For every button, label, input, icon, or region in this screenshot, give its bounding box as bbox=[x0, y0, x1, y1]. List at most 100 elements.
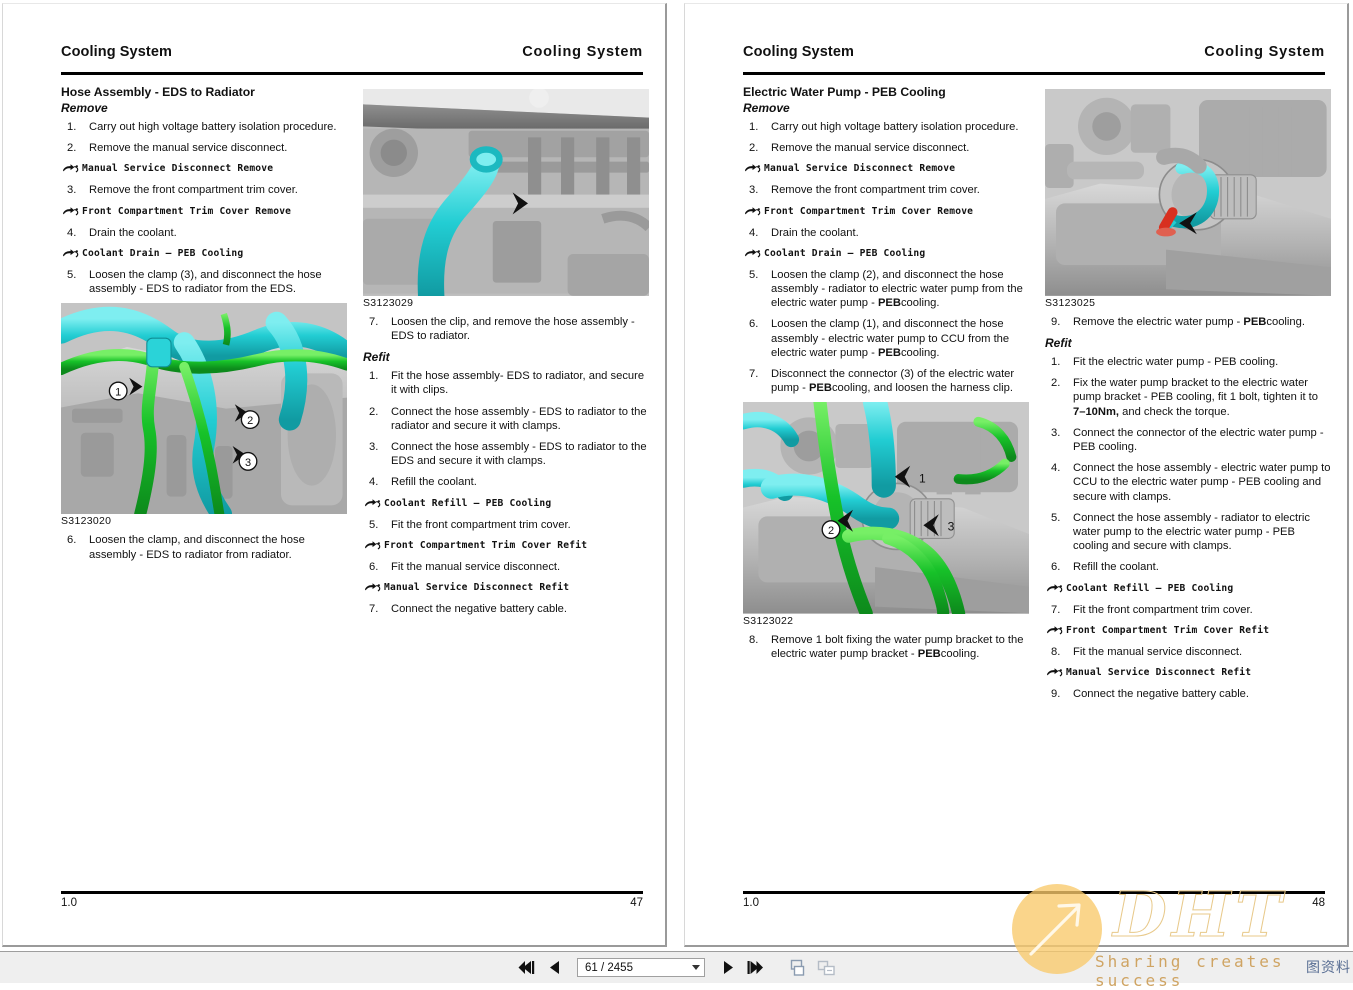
procedure-title: Hose Assembly - EDS to Radiator bbox=[61, 85, 255, 99]
chevron-down-icon[interactable] bbox=[692, 965, 700, 970]
cross-reference-link[interactable]: Front Compartment Trim Cover Refit bbox=[363, 539, 649, 553]
document-viewer[interactable]: Cooling System Cooling System Hose Assembl… bbox=[0, 0, 1353, 950]
figure: S3123029 bbox=[363, 89, 649, 309]
step-item: 1. Carry out high voltage battery isolati… bbox=[61, 120, 347, 134]
step-text: Connect the negative battery cable. bbox=[1073, 688, 1250, 701]
cross-reference-link[interactable]: Manual Service Disconnect Remove bbox=[61, 162, 347, 176]
cross-reference-link[interactable]: Manual Service Disconnect Refit bbox=[363, 581, 649, 595]
step-item: 4. Connect the hose assembly - electric w… bbox=[1045, 461, 1331, 504]
step-number: 4. bbox=[67, 226, 77, 239]
step-item: 9. Remove the electric water pump - PEBco… bbox=[1045, 315, 1331, 329]
first-page-button[interactable] bbox=[517, 958, 536, 977]
document-page[interactable]: Cooling System Cooling System Electric Wat… bbox=[684, 3, 1349, 947]
cross-reference-link[interactable]: Manual Service Disconnect Refit bbox=[1045, 666, 1331, 680]
next-page-button[interactable] bbox=[718, 958, 737, 977]
step-list: 1. Carry out high voltage battery isolati… bbox=[61, 120, 347, 155]
cross-reference-label: Coolant Refill – PEB Cooling bbox=[1066, 582, 1234, 594]
step-text: Loosen the clip, and remove the hose ass… bbox=[391, 315, 635, 342]
step-text: Fit the hose assembly- EDS to radiator, … bbox=[391, 370, 645, 397]
single-page-view-icon bbox=[790, 959, 805, 976]
step-text: Loosen the clamp (1), and disconnect the… bbox=[771, 318, 1010, 359]
step-list: 3. Remove the front compartment trim cove… bbox=[743, 183, 1029, 197]
step-number: 7. bbox=[749, 368, 759, 381]
step-number: 7. bbox=[369, 603, 379, 616]
section-subtitle: Remove bbox=[61, 101, 108, 115]
step-text: Connect the connector of the electric wa… bbox=[1073, 426, 1324, 454]
cross-reference-label: Front Compartment Trim Cover Remove bbox=[82, 205, 292, 217]
step-item: 5. Loosen the clamp (3), and disconnect t… bbox=[61, 268, 347, 296]
cross-reference-link[interactable]: Front Compartment Trim Cover Refit bbox=[1045, 624, 1331, 638]
first-page-icon bbox=[518, 961, 535, 974]
step-text: Drain the coolant. bbox=[771, 226, 859, 239]
procedure-title: Electric Water Pump - PEB Cooling bbox=[743, 85, 946, 99]
step-number: 8. bbox=[1051, 645, 1061, 658]
last-page-button[interactable] bbox=[746, 958, 765, 977]
step-number: 8. bbox=[749, 633, 759, 646]
previous-page-button[interactable] bbox=[545, 958, 564, 977]
step-number: 3. bbox=[749, 184, 759, 197]
step-number: 2. bbox=[369, 405, 379, 418]
page-number-select[interactable]: 61 / 2455 bbox=[577, 958, 705, 977]
cross-reference-label: Coolant Drain – PEB Cooling bbox=[82, 247, 244, 259]
header-title-right: Cooling System bbox=[1204, 44, 1325, 60]
cross-reference-label: Manual Service Disconnect Refit bbox=[384, 582, 570, 594]
step-number: 9. bbox=[1051, 688, 1061, 701]
step-list: 5. Fit the front compartment trim cover. bbox=[363, 518, 649, 532]
step-text: Remove the electric water pump - PEBcool… bbox=[1073, 315, 1305, 328]
step-item: 5. Fit the front compartment trim cover. bbox=[363, 518, 649, 532]
emphasis-text: PEB bbox=[877, 346, 901, 359]
step-list: 4. Drain the coolant. bbox=[743, 226, 1029, 240]
emphasis-text: PEB bbox=[808, 382, 832, 395]
cross-reference-link[interactable]: Coolant Refill – PEB Cooling bbox=[1045, 582, 1331, 596]
cross-reference-link[interactable]: Front Compartment Trim Cover Remove bbox=[743, 205, 1029, 219]
step-item: 7. Loosen the clip, and remove the hose a… bbox=[363, 315, 649, 343]
illustration-water-pump-assembly: 1 2 3 bbox=[743, 402, 1029, 614]
pdf-toolbar[interactable]: 61 / 2455 bbox=[0, 951, 1353, 983]
two-page-view-button[interactable] bbox=[817, 958, 836, 977]
step-item: 3. Remove the front compartment trim cove… bbox=[743, 183, 1029, 197]
step-item: 7. Fit the front compartment trim cover. bbox=[1045, 603, 1331, 617]
step-item: 2. Fix the water pump bracket to the elec… bbox=[1045, 376, 1331, 419]
section-subtitle: Refit bbox=[1045, 336, 1072, 350]
header-title-left: Cooling System bbox=[61, 44, 172, 60]
step-text: Fix the water pump bracket to the electr… bbox=[1073, 377, 1319, 418]
step-list: 5. Loosen the clamp (3), and disconnect t… bbox=[61, 268, 347, 296]
header-title-right: Cooling System bbox=[522, 44, 643, 60]
cross-reference-link[interactable]: Coolant Drain – PEB Cooling bbox=[61, 247, 347, 261]
svg-text:1: 1 bbox=[115, 387, 121, 399]
illustration-water-pump-removal bbox=[1045, 89, 1331, 296]
figure-id: S3123025 bbox=[1045, 296, 1096, 309]
document-page[interactable]: Cooling System Cooling System Hose Assembl… bbox=[2, 3, 667, 947]
step-text: Connect the hose assembly - EDS to radia… bbox=[391, 441, 647, 468]
cross-reference-link[interactable]: Manual Service Disconnect Remove bbox=[743, 162, 1029, 176]
page-indicator-value: 61 / 2455 bbox=[585, 961, 633, 974]
step-list: 7. Connect the negative battery cable. bbox=[363, 602, 649, 616]
page-columns: Electric Water Pump - PEB Cooling Remove 1… bbox=[743, 85, 1331, 877]
step-number: 7. bbox=[369, 315, 379, 328]
step-text: Connect the negative battery cable. bbox=[391, 603, 568, 616]
step-item: 3. Remove the front compartment trim cove… bbox=[61, 183, 347, 197]
step-number: 2. bbox=[1051, 377, 1061, 390]
step-list: 9. Connect the negative battery cable. bbox=[1045, 687, 1331, 701]
step-list: 3. Remove the front compartment trim cove… bbox=[61, 183, 347, 197]
footer-rule bbox=[743, 891, 1325, 894]
cross-reference-link[interactable]: Coolant Drain – PEB Cooling bbox=[743, 247, 1029, 261]
step-text: Remove the front compartment trim cover. bbox=[771, 184, 980, 197]
cross-reference-link[interactable]: Front Compartment Trim Cover Remove bbox=[61, 205, 347, 219]
pointing-hand-icon bbox=[62, 206, 79, 216]
step-item: 7. Connect the negative battery cable. bbox=[363, 602, 649, 616]
cross-reference-link[interactable]: Coolant Refill – PEB Cooling bbox=[363, 497, 649, 511]
step-item: 8. Fit the manual service disconnect. bbox=[1045, 645, 1331, 659]
step-list: 7. Loosen the clip, and remove the hose a… bbox=[363, 315, 649, 343]
step-number: 4. bbox=[369, 476, 379, 489]
single-page-view-button[interactable] bbox=[789, 958, 808, 977]
step-number: 6. bbox=[369, 560, 379, 573]
step-text: Remove the manual service disconnect. bbox=[771, 142, 970, 155]
step-item: 4. Refill the coolant. bbox=[363, 475, 649, 489]
svg-text:2: 2 bbox=[828, 525, 834, 537]
step-item: 8. Remove 1 bolt fixing the water pump br… bbox=[743, 633, 1029, 661]
step-text: Remove the manual service disconnect. bbox=[89, 142, 288, 155]
step-number: 6. bbox=[1051, 561, 1061, 574]
step-text: Fit the manual service disconnect. bbox=[391, 560, 561, 573]
step-text: Loosen the clamp (2), and disconnect the… bbox=[771, 268, 1023, 310]
